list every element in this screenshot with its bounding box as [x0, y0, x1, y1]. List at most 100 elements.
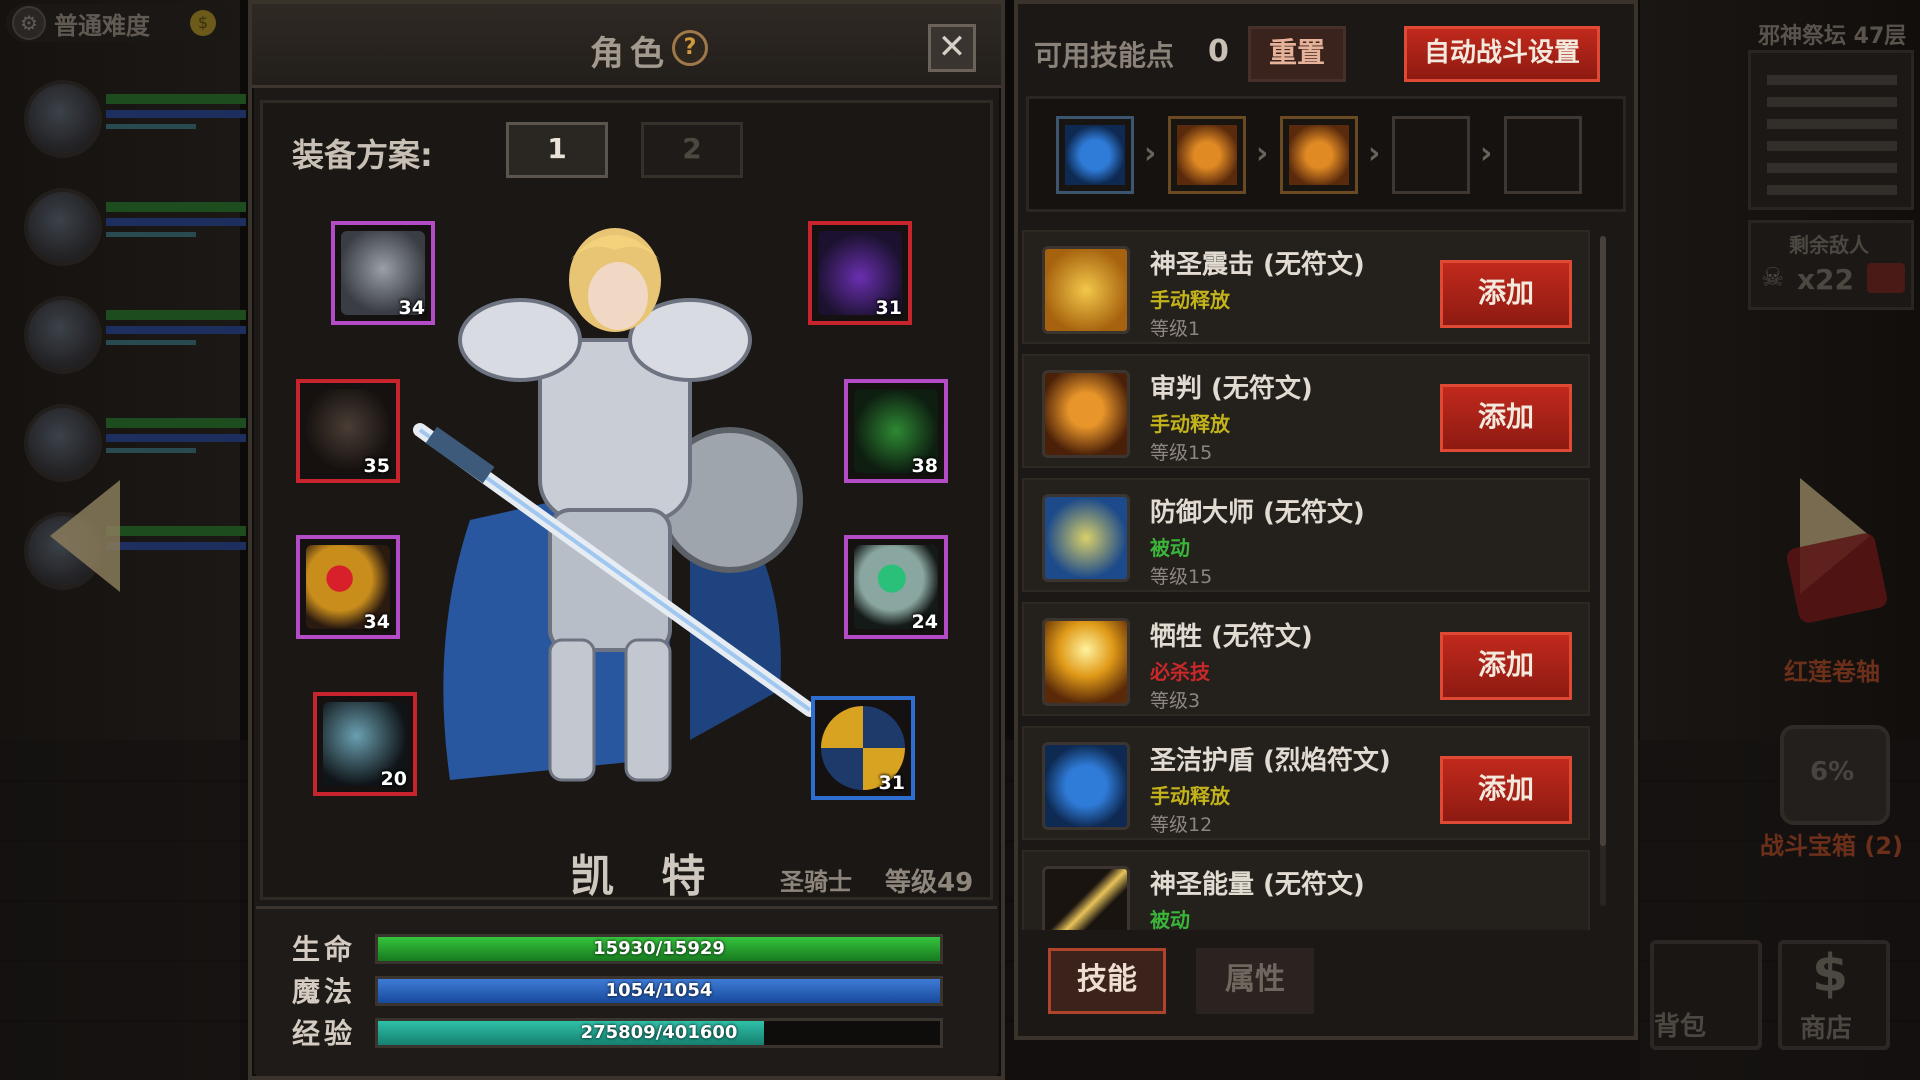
hero-hp-bar [106, 94, 246, 104]
equip-slot-armor[interactable]: 35 [296, 379, 400, 483]
map-pattern [1767, 65, 1897, 195]
skill-list[interactable]: 神圣震击 (无符文) 手动释放 等级1 添加 审判 (无符文) 手动释放 等级1… [1022, 222, 1612, 930]
xp-label: 经验 [292, 1017, 357, 1050]
auto-battle-settings-button[interactable]: 自动战斗设置 [1404, 26, 1600, 82]
add-skill-button[interactable]: 添加 [1440, 260, 1572, 328]
chain-slot-5[interactable] [1504, 116, 1582, 194]
skill-row[interactable]: 牺牲 (无符文) 必杀技 等级3 添加 [1022, 602, 1590, 716]
tab-skills[interactable]: 技能 [1048, 948, 1166, 1014]
hero-xp-bar [106, 448, 196, 453]
skill-type: 手动释放 [1150, 412, 1230, 436]
skill-level: 等级15 [1150, 442, 1213, 464]
add-skill-button[interactable]: 添加 [1440, 632, 1572, 700]
dollar-icon: $ [1812, 944, 1849, 1004]
shop-label: 商店 [1800, 1014, 1853, 1044]
enemies-panel: 剩余敌人 ☠ x22 [1748, 220, 1914, 310]
add-skill-button[interactable]: 添加 [1440, 756, 1572, 824]
equip-slot-ring-2[interactable]: 24 [844, 535, 948, 639]
skill-row[interactable]: 神圣能量 (无符文) 被动 [1022, 850, 1590, 930]
item-level: 38 [911, 455, 938, 477]
hero-mp-bar [106, 110, 246, 118]
hammer-skill-icon [1177, 125, 1237, 185]
item-level: 31 [875, 297, 902, 319]
equip-slot-shield[interactable]: 31 [811, 696, 915, 800]
hero-mp-bar [106, 434, 246, 442]
skill-name: 防御大师 (无符文) [1150, 498, 1365, 528]
hero-xp-bar [106, 232, 196, 237]
chest-progress: 6% [1810, 757, 1855, 787]
item-level: 24 [911, 611, 938, 633]
skill-name: 牺牲 (无符文) [1150, 622, 1313, 652]
equip-slot-ring-1[interactable]: 34 [296, 535, 400, 639]
hero-hp-bar [106, 310, 246, 320]
chain-slot-3[interactable] [1280, 116, 1358, 194]
scroll-label: 红莲卷轴 [1784, 658, 1880, 686]
holy-shield-icon [1042, 742, 1130, 830]
paladin-portrait [413, 228, 817, 782]
party-member-4[interactable] [14, 394, 246, 494]
skill-type: 被动 [1150, 536, 1190, 560]
bag-button[interactable]: 背包 [1650, 940, 1762, 1050]
hero-hp-bar [106, 202, 246, 212]
reset-button[interactable]: 重置 [1248, 26, 1346, 82]
skill-type: 手动释放 [1150, 784, 1230, 808]
difficulty-label: 普通难度 [54, 11, 150, 40]
holy-hand-icon [1042, 246, 1130, 334]
character-level: 等级49 [885, 868, 974, 898]
item-level: 20 [380, 768, 407, 790]
skill-row[interactable]: 防御大师 (无符文) 被动 等级15 [1022, 478, 1590, 592]
party-member-1[interactable] [14, 70, 246, 170]
holy-energy-icon [1042, 866, 1130, 930]
skill-points-label: 可用技能点 [1034, 39, 1175, 72]
chain-arrow-icon: › [1480, 136, 1493, 171]
chain-slot-4[interactable] [1392, 116, 1470, 194]
panel-title: 角色 [590, 34, 670, 74]
skill-name: 审判 (无符文) [1150, 374, 1313, 404]
chain-slot-1[interactable] [1056, 116, 1134, 194]
hero-portrait [24, 80, 102, 158]
chain-slot-2[interactable] [1168, 116, 1246, 194]
chain-arrow-icon: › [1368, 136, 1381, 171]
gear-icon[interactable]: ⚙ [12, 6, 46, 40]
loadout-1-button[interactable]: 1 [506, 122, 608, 178]
previous-hero-arrow-icon[interactable] [50, 480, 120, 592]
party-member-5[interactable] [14, 502, 246, 602]
skill-name: 神圣能量 (无符文) [1150, 870, 1365, 900]
chain-arrow-icon: › [1144, 136, 1157, 171]
hammer-skill-icon [1289, 125, 1349, 185]
equip-slot-boots[interactable]: 38 [844, 379, 948, 483]
floor-map[interactable] [1748, 50, 1914, 210]
hero-mp-bar [106, 218, 246, 226]
hero-mp-bar [106, 326, 246, 334]
party-member-2[interactable] [14, 178, 246, 278]
hero-xp-bar [106, 124, 196, 129]
bag-label: 背包 [1654, 1012, 1707, 1042]
battle-chest-icon[interactable]: 6% [1780, 725, 1890, 825]
item-level: 34 [363, 611, 390, 633]
equip-slot-cape[interactable]: 31 [808, 221, 912, 325]
skill-row[interactable]: 圣洁护盾 (烈焰符文) 手动释放 等级12 添加 [1022, 726, 1590, 840]
character-class: 圣骑士 [780, 868, 852, 896]
mp-label: 魔法 [292, 975, 357, 1008]
mp-value: 1054/1054 [605, 980, 713, 1001]
tab-attributes[interactable]: 属性 [1196, 948, 1314, 1014]
character-name: 凯 特 [570, 851, 722, 902]
floor-label: 邪神祭坛 47层 [1758, 24, 1907, 49]
equip-slot-helmet[interactable]: 34 [331, 221, 435, 325]
skill-list-scroll-thumb[interactable] [1600, 236, 1606, 846]
skill-type: 必杀技 [1150, 660, 1210, 684]
help-icon[interactable]: ? [672, 30, 708, 66]
add-skill-button[interactable]: 添加 [1440, 384, 1572, 452]
skill-row[interactable]: 审判 (无符文) 手动释放 等级15 添加 [1022, 354, 1590, 468]
equip-slot-weapon[interactable]: 20 [313, 692, 417, 796]
difficulty-pill[interactable]: ⚙ 普通难度 $ [6, 4, 234, 42]
hp-label: 生命 [292, 933, 357, 966]
party-member-3[interactable] [14, 286, 246, 386]
skill-type: 被动 [1150, 908, 1190, 930]
skill-level: 等级15 [1150, 566, 1213, 588]
skill-row[interactable]: 神圣震击 (无符文) 手动释放 等级1 添加 [1022, 230, 1590, 344]
loadout-2-button[interactable]: 2 [641, 122, 743, 178]
close-button[interactable]: ✕ [928, 24, 976, 72]
shop-button[interactable]: $ 商店 [1778, 940, 1890, 1050]
xp-bar: 275809/401600 [375, 1018, 943, 1048]
